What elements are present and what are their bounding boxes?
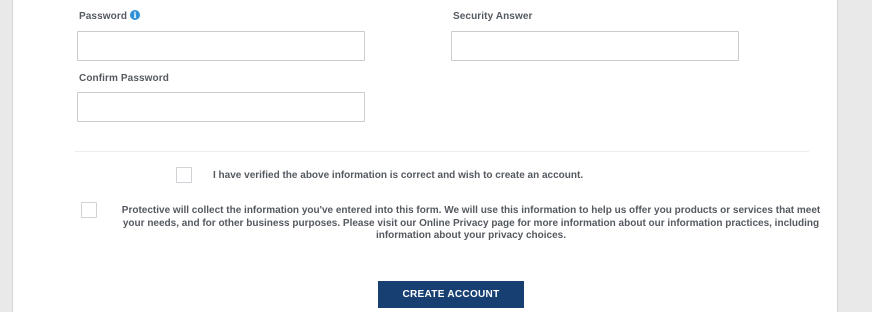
password-label: Password i xyxy=(79,10,141,22)
section-divider xyxy=(75,151,809,152)
privacy-checkbox[interactable] xyxy=(81,202,97,218)
password-input[interactable] xyxy=(77,31,365,61)
verify-checkbox[interactable] xyxy=(176,167,192,183)
privacy-consent-text: Protective will collect the information … xyxy=(121,205,821,241)
security-answer-input[interactable] xyxy=(451,31,739,61)
confirm-password-label: Confirm Password xyxy=(79,73,169,84)
password-label-text: Password xyxy=(79,11,128,22)
info-icon[interactable]: i xyxy=(130,10,141,21)
create-account-button[interactable]: CREATE ACCOUNT xyxy=(378,281,524,308)
page-background: Password i Security Answer Confirm Passwo… xyxy=(0,0,872,312)
security-answer-label: Security Answer xyxy=(453,11,533,22)
registration-form-panel: Password i Security Answer Confirm Passwo… xyxy=(12,0,838,312)
confirm-password-input[interactable] xyxy=(77,92,365,122)
verify-checkbox-label: I have verified the above information is… xyxy=(213,170,584,181)
